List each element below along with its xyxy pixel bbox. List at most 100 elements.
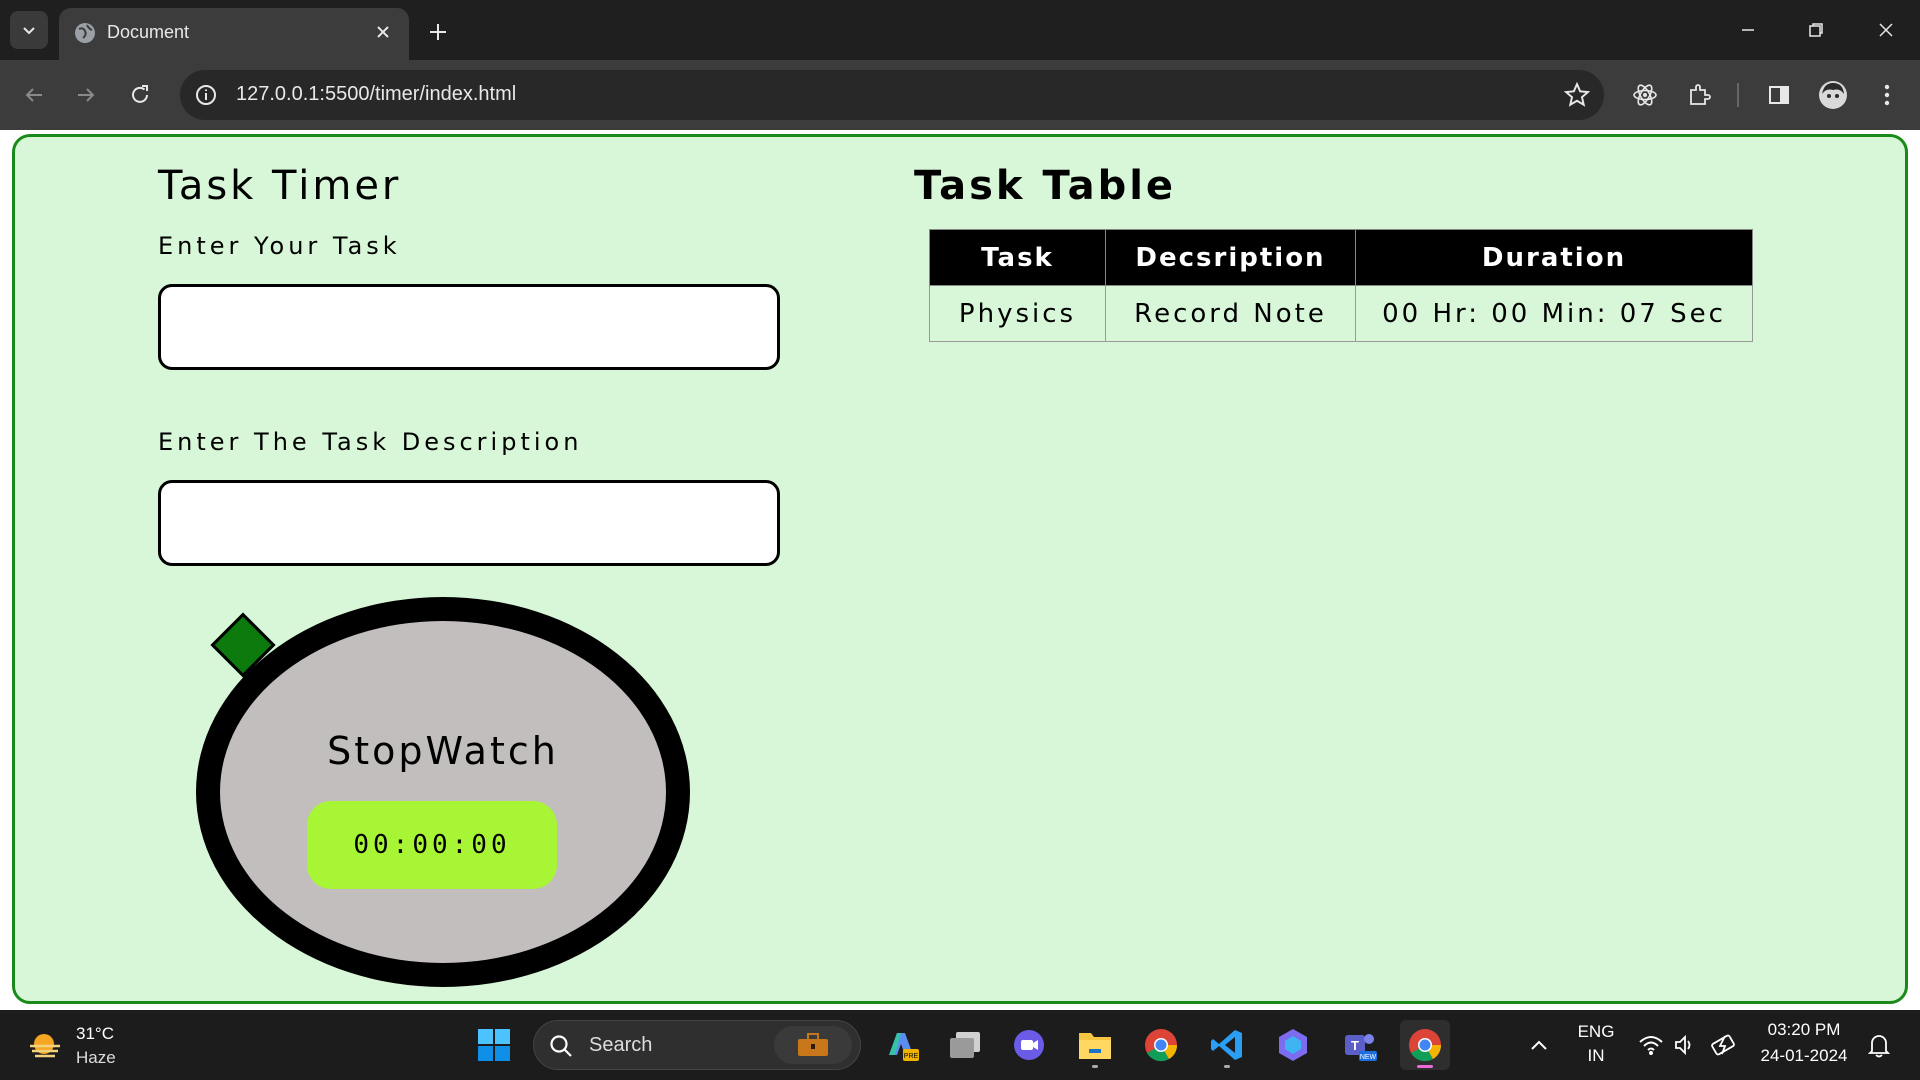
side-panel-icon[interactable] <box>1762 78 1796 112</box>
tab-title: Document <box>107 22 190 42</box>
chevron-up-icon <box>1531 1040 1547 1050</box>
battery-charging-icon[interactable] <box>1710 1030 1740 1060</box>
task-view-app[interactable] <box>940 1020 990 1070</box>
task-table: Task Decsription Duration Physics Record… <box>929 229 1753 342</box>
clock-time: 03:20 PM <box>1767 1020 1841 1039</box>
minimize-button[interactable] <box>1724 8 1772 52</box>
task-input-wrapper <box>158 284 780 370</box>
react-devtools-icon[interactable] <box>1628 78 1662 112</box>
plus-icon <box>430 24 446 40</box>
windows-taskbar: 31°C Haze Search PRE T NEW ENG IN 03:20 … <box>0 1010 1920 1080</box>
extensions-puzzle-icon[interactable] <box>1683 78 1717 112</box>
svg-text:PRE: PRE <box>904 1053 919 1060</box>
column-header-duration: Duration <box>1355 229 1753 286</box>
sun-haze-icon <box>30 1034 60 1058</box>
close-icon <box>1879 23 1893 37</box>
vscode-app[interactable] <box>1202 1020 1252 1070</box>
search-label: Search <box>589 1034 653 1056</box>
address-bar[interactable]: 127.0.0.1:5500/timer/index.html <box>180 70 1604 120</box>
clock[interactable]: 03:20 PM 24-01-2024 <box>1754 1020 1854 1066</box>
site-info-icon[interactable] <box>194 83 218 107</box>
task-view-icon <box>950 1032 980 1058</box>
description-input[interactable] <box>161 483 777 563</box>
wifi-icon[interactable] <box>1636 1030 1666 1060</box>
arrow-left-icon <box>25 88 42 102</box>
running-indicator <box>1092 1065 1098 1068</box>
vscode-icon <box>1211 1030 1242 1060</box>
globe-icon <box>75 23 95 43</box>
menu-kebab-icon[interactable] <box>1870 78 1904 112</box>
app-container: Task Timer Enter Your Task Enter The Tas… <box>12 134 1908 1004</box>
page-viewport: Task Timer Enter Your Task Enter The Tas… <box>0 130 1920 1010</box>
teams-app[interactable]: T NEW <box>1334 1020 1384 1070</box>
tab-strip: Document <box>0 0 1920 60</box>
description-label: Enter The Task Description <box>158 428 583 456</box>
briefcase-icon <box>774 1026 852 1064</box>
chrome-active-icon <box>1409 1029 1442 1062</box>
table-row: Physics Record Note 00 Hr: 00 Min: 07 Se… <box>929 285 1753 342</box>
reload-icon <box>132 85 148 103</box>
search-icon <box>550 1035 572 1057</box>
restore-icon <box>1809 23 1823 37</box>
bookmark-star-icon[interactable] <box>1564 82 1590 108</box>
cell-task: Physics <box>929 285 1106 342</box>
browser-toolbar: 127.0.0.1:5500/timer/index.html <box>0 60 1920 130</box>
teams-icon: TNEW <box>1345 1034 1377 1061</box>
toolbar-divider <box>1737 83 1739 107</box>
svg-text:T: T <box>1351 1038 1359 1053</box>
bing-icon <box>1279 1029 1307 1061</box>
weather-condition: Haze <box>76 1048 116 1067</box>
chrome-icon <box>1145 1029 1178 1062</box>
chrome-active-app[interactable] <box>1400 1020 1450 1070</box>
taskbar-search[interactable]: Search <box>533 1020 861 1070</box>
running-indicator <box>1417 1065 1433 1068</box>
timer-heading: Task Timer <box>158 163 402 209</box>
cell-duration: 00 Hr: 00 Min: 07 Sec <box>1355 285 1753 342</box>
start-button[interactable] <box>469 1020 519 1070</box>
bing-app[interactable] <box>1268 1020 1318 1070</box>
back-button[interactable] <box>12 73 56 117</box>
column-header-description: Decsription <box>1105 229 1356 286</box>
language-indicator[interactable]: ENG IN <box>1576 1022 1616 1066</box>
stopwatch-title: StopWatch <box>327 729 559 773</box>
task-input[interactable] <box>161 287 777 367</box>
clock-date: 24-01-2024 <box>1760 1046 1848 1065</box>
stopwatch-display: 00:00:00 <box>307 801 557 889</box>
close-window-button[interactable] <box>1862 8 1910 52</box>
table-header-row: Task Decsription Duration <box>929 229 1753 286</box>
stopwatch-face <box>196 597 690 987</box>
chat-app[interactable] <box>1004 1020 1054 1070</box>
svg-text:NEW: NEW <box>1360 1054 1377 1061</box>
region-code: IN <box>1587 1046 1605 1065</box>
active-tab[interactable]: Document <box>59 8 409 60</box>
video-chat-icon <box>1014 1030 1044 1060</box>
profile-avatar[interactable] <box>1816 78 1850 112</box>
description-input-wrapper <box>158 480 780 566</box>
file-explorer-icon <box>1079 1033 1111 1059</box>
copilot-icon: PRE <box>889 1033 919 1061</box>
weather-widget[interactable]: 31°C Haze <box>26 1020 146 1070</box>
restore-button[interactable] <box>1792 8 1840 52</box>
weather-temperature: 31°C <box>76 1024 114 1043</box>
notifications-bell-icon[interactable] <box>1864 1030 1894 1060</box>
show-hidden-icons[interactable] <box>1524 1030 1554 1060</box>
minimize-icon <box>1742 29 1754 31</box>
file-explorer-app[interactable] <box>1070 1020 1120 1070</box>
tab-search-button[interactable] <box>10 11 48 49</box>
chrome-app[interactable] <box>1136 1020 1186 1070</box>
windows-start-icon <box>478 1029 510 1061</box>
volume-icon[interactable] <box>1670 1030 1700 1060</box>
new-tab-button[interactable] <box>420 14 456 50</box>
copilot-app[interactable]: PRE <box>876 1020 926 1070</box>
column-header-task: Task <box>929 229 1106 286</box>
language-code: ENG <box>1577 1022 1615 1041</box>
url-text[interactable]: 127.0.0.1:5500/timer/index.html <box>236 83 516 106</box>
chevron-down-icon <box>23 27 35 35</box>
arrow-right-icon <box>78 88 95 102</box>
close-tab-icon[interactable] <box>371 20 395 44</box>
cell-description: Record Note <box>1105 285 1356 342</box>
running-indicator <box>1224 1065 1230 1068</box>
table-heading: Task Table <box>914 163 1177 209</box>
forward-button[interactable] <box>64 73 108 117</box>
reload-button[interactable] <box>118 73 162 117</box>
